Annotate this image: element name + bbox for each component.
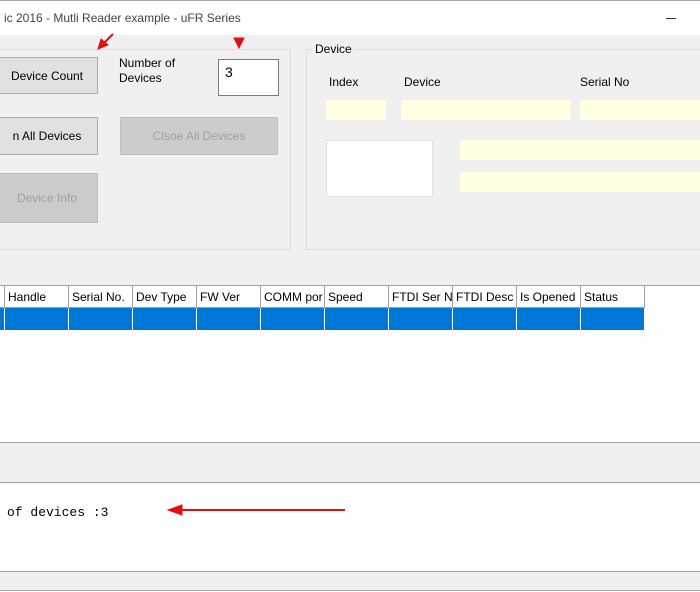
- main-window: ic 2016 - Mutli Reader example - uFR Ser…: [0, 0, 700, 591]
- arrow-icon: [233, 37, 245, 50]
- arrow-icon: [97, 33, 114, 50]
- annotation-arrows: [97, 33, 345, 516]
- arrow-icon: [166, 504, 345, 516]
